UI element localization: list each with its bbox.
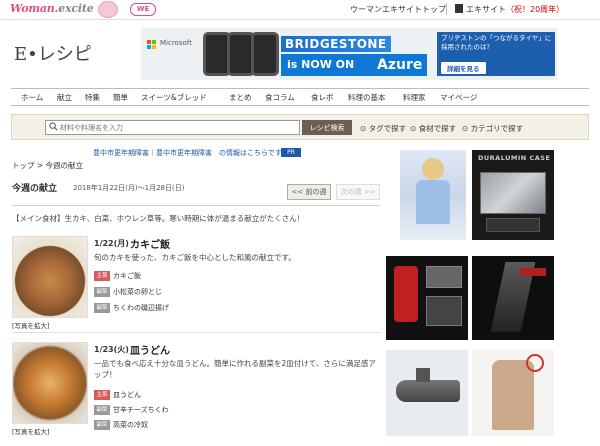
main-ingredient-note: 【メイン食材】生カキ、白菜、ホウレン草等。寒い時期に体が温まる献立がたくさん！ (12, 214, 305, 223)
ad-mecha-image[interactable] (472, 256, 554, 340)
recipe-photo-kaki-gohan[interactable] (12, 236, 88, 318)
nav-home[interactable]: ホーム (21, 92, 43, 103)
day-date: 1/23(火) (94, 345, 129, 354)
day-description: 一品でも食べ応え十分な皿うどん。簡単に作れる副菜を2皿付けて、さらに満足感アップ… (94, 359, 376, 379)
ad-duralumin-label: DURALUMIN CASE (478, 154, 551, 162)
nav-cooking-basics[interactable]: 料理の基本 (348, 92, 386, 103)
enlarge-photo-link[interactable]: [写真を拡大] (12, 426, 50, 436)
woman-excite-logo[interactable]: Woman.excite (10, 2, 94, 15)
excite-link[interactable]: エキサイト（祝！20周年） (466, 4, 564, 15)
main-nav: ホーム 献立 特集 簡単 スイーツ&ブレッド まとめ 食コラム 食レポ 料理の基… (11, 88, 589, 106)
banner-side-panel: ブリヂストンの「つながるタイヤ」に採用されたのは？ 詳細を見る (437, 32, 555, 76)
page-title: 今週の献立 (12, 184, 58, 194)
we-badge[interactable]: WE (130, 3, 156, 16)
ad-figure-image[interactable] (400, 150, 466, 240)
date-range: 2018年1月22日(月)〜1月28日(日) (73, 184, 185, 192)
top-bar: Woman.excite WE ウーマンエキサイトトップ エキサイト（祝！20周… (0, 0, 600, 20)
enlarge-photo-link[interactable]: [写真を拡大] (12, 320, 50, 330)
next-week-button[interactable]: 次の週 >> (336, 184, 380, 200)
dish-item[interactable]: 主菜 カキご飯 (94, 271, 141, 281)
divider (12, 332, 380, 333)
search-by-tag[interactable]: ⊙ タグで探す (360, 123, 406, 134)
banner-side-text: ブリヂストンの「つながるタイヤ」に採用されたのは？ (441, 34, 552, 51)
ad-robot-figure-image[interactable] (386, 256, 468, 340)
recipe-photo-sara-udon[interactable] (12, 342, 88, 424)
banner-cta-button[interactable]: 詳細を見る (441, 62, 486, 74)
search-by-ingredient[interactable]: ⊙ 食材で探す (410, 123, 456, 134)
nav-matome[interactable]: まとめ (229, 92, 252, 103)
nav-food-column[interactable]: 食コラム (265, 92, 295, 103)
microsoft-logo-icon (147, 40, 157, 50)
divider (12, 205, 380, 206)
excite-icon (455, 4, 463, 13)
nav-sweets[interactable]: スイーツ&ブレッド (141, 92, 207, 103)
erecipe-logo[interactable]: E•レシピ (14, 40, 92, 66)
mascot-icon (98, 1, 118, 18)
woman-excite-top-link[interactable]: ウーマンエキサイトトップ (350, 4, 446, 15)
microsoft-label: Microsoft (160, 39, 192, 47)
tire-image (251, 32, 279, 76)
banner-title: BRIDGESTONE (281, 36, 391, 52)
prev-week-button[interactable]: << 前の週 (287, 184, 331, 200)
nav-chefs[interactable]: 料理家 (403, 92, 426, 103)
dish-item[interactable]: 副菜 高菜の冷奴 (94, 420, 148, 430)
search-bar: レシピ検索 ⊙ タグで探す ⊙ 食材で探す ⊙ カテゴリで探す (11, 114, 589, 140)
search-by-category[interactable]: ⊙ カテゴリで探す (462, 123, 523, 134)
banner-now-on: is NOW ON Azure (281, 54, 427, 76)
nav-special[interactable]: 特集 (85, 92, 100, 103)
bridgestone-azure-banner[interactable]: Microsoft BRIDGESTONE is NOW ON Azure ブリヂ… (141, 28, 557, 80)
nav-menu[interactable]: 献立 (57, 92, 72, 103)
ad-duralumin-case-image[interactable]: DURALUMIN CASE (472, 150, 554, 240)
day-title[interactable]: 皿うどん (130, 342, 170, 357)
day-description: 旬のカキを使った、カキご飯を中心とした和風の献立です。 (94, 253, 296, 262)
nav-easy[interactable]: 簡単 (113, 92, 128, 103)
day-title[interactable]: カキご飯 (130, 236, 170, 251)
pr-link[interactable]: 豊中市更年期障害｜豊中市更年期障害 の情報はこちらです (93, 148, 282, 158)
pr-badge: PR (281, 148, 301, 157)
dish-item[interactable]: 副菜 ちくわの磯辺揚げ (94, 303, 169, 313)
ad-coat-image[interactable] (472, 350, 554, 436)
day-date: 1/22(月) (94, 239, 129, 248)
dish-item[interactable]: 副菜 甘辛チーズちくわ (94, 405, 169, 415)
nav-food-report[interactable]: 食レポ (311, 92, 334, 103)
recipe-search-button[interactable]: レシピ検索 (302, 120, 352, 135)
nav-mypage[interactable]: マイページ (440, 92, 477, 103)
breadcrumb[interactable]: トップ > 今週の献立 (12, 160, 83, 171)
divider (446, 3, 447, 15)
ad-spaceship-image[interactable] (386, 350, 468, 436)
search-input[interactable] (45, 120, 300, 135)
dish-item[interactable]: 副菜 小松菜の卵とじ (94, 287, 162, 297)
dish-item[interactable]: 主菜 皿うどん (94, 390, 141, 400)
search-icon (49, 122, 58, 131)
